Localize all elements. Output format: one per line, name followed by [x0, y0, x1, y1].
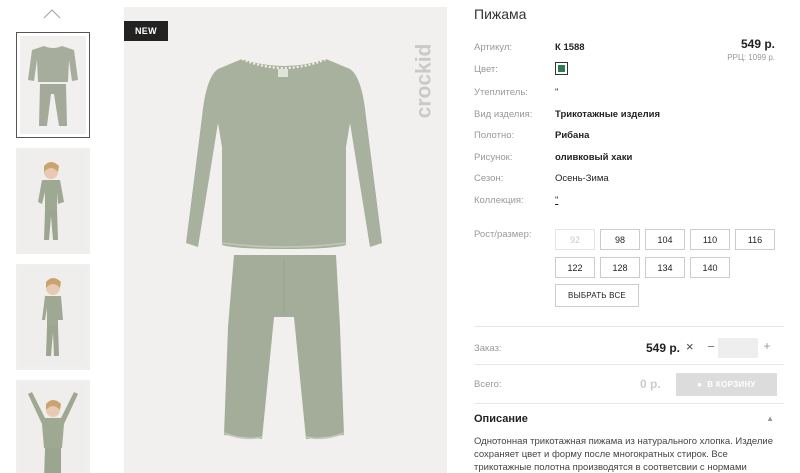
- attr-label: Рисунок:: [474, 152, 513, 163]
- description-heading: Описание: [474, 413, 528, 425]
- size-option[interactable]: 122: [555, 257, 595, 278]
- quantity-increase-button[interactable]: +: [762, 339, 772, 353]
- divider: [474, 326, 784, 327]
- description-text: Однотонная трикотажная пижама из натурал…: [474, 436, 774, 473]
- model-photo-image: [20, 384, 86, 473]
- product-title: Пижама: [474, 6, 527, 22]
- size-option[interactable]: 110: [690, 229, 730, 250]
- thumbnail-model-front[interactable]: [16, 148, 90, 254]
- model-photo-image: [20, 268, 86, 366]
- size-option[interactable]: 116: [735, 229, 775, 250]
- thumbnail-pajama-flat[interactable]: [16, 32, 90, 138]
- attr-label: Артикул:: [474, 42, 513, 53]
- attr-label: Цвет:: [474, 64, 498, 75]
- attr-label: Полотно:: [474, 130, 515, 141]
- recommended-retail-price: РРЦ: 1099 р.: [727, 53, 775, 62]
- attr-label: Утеплитель:: [474, 87, 528, 98]
- size-label: Рост/размер:: [474, 229, 532, 240]
- thumbnail-model-arms-up[interactable]: [16, 380, 90, 473]
- add-to-cart-label: В КОРЗИНУ: [707, 380, 756, 389]
- attr-label: Коллекция:: [474, 195, 524, 206]
- collapse-arrow-icon[interactable]: ▲: [766, 414, 774, 423]
- main-product-image[interactable]: NEW crockid: [124, 7, 447, 473]
- attr-value[interactable]: ": [555, 195, 558, 206]
- crockid-logo: crockid: [413, 44, 436, 119]
- attr-value: Рибана: [555, 130, 590, 141]
- size-option[interactable]: 98: [600, 229, 640, 250]
- size-option[interactable]: 140: [690, 257, 730, 278]
- cart-icon: ●: [697, 380, 703, 389]
- add-to-cart-button[interactable]: ● В КОРЗИНУ: [676, 373, 777, 396]
- select-all-sizes-button[interactable]: ВЫБРАТЬ ВСЕ: [555, 284, 639, 307]
- divider: [474, 364, 784, 365]
- product-price: 549 р.: [740, 37, 775, 51]
- new-badge: NEW: [124, 21, 168, 41]
- attr-value: Осень-Зима: [555, 173, 609, 184]
- pajama-illustration: [124, 7, 447, 473]
- size-option[interactable]: 128: [600, 257, 640, 278]
- divider: [474, 403, 784, 404]
- attr-value: оливковый хаки: [555, 152, 633, 163]
- attr-label: Вид изделия:: [474, 109, 533, 120]
- size-option[interactable]: 104: [645, 229, 685, 250]
- total-label: Всего:: [474, 379, 502, 390]
- thumbnail-gallery: [16, 8, 92, 473]
- attr-value: Трикотажные изделия: [555, 109, 661, 120]
- order-price: 549 р.: [646, 341, 681, 355]
- svg-text:crockid: crockid: [413, 44, 436, 119]
- attr-value: К 1588: [555, 42, 585, 53]
- color-swatch[interactable]: [555, 62, 568, 75]
- attr-label: Сезон:: [474, 173, 504, 184]
- quantity-decrease-button[interactable]: −: [706, 339, 716, 354]
- model-photo-image: [20, 152, 86, 250]
- attr-value: ": [555, 87, 559, 98]
- total-value: 0 р.: [640, 377, 661, 391]
- remove-icon[interactable]: ×: [686, 339, 694, 354]
- size-option[interactable]: 134: [645, 257, 685, 278]
- thumbnail-model-side[interactable]: [16, 264, 90, 370]
- chevron-up-icon[interactable]: [42, 8, 62, 20]
- order-label: Заказ:: [474, 343, 502, 354]
- size-option: 92: [555, 229, 595, 250]
- pajama-flat-image: [20, 36, 86, 134]
- quantity-input[interactable]: [718, 338, 758, 358]
